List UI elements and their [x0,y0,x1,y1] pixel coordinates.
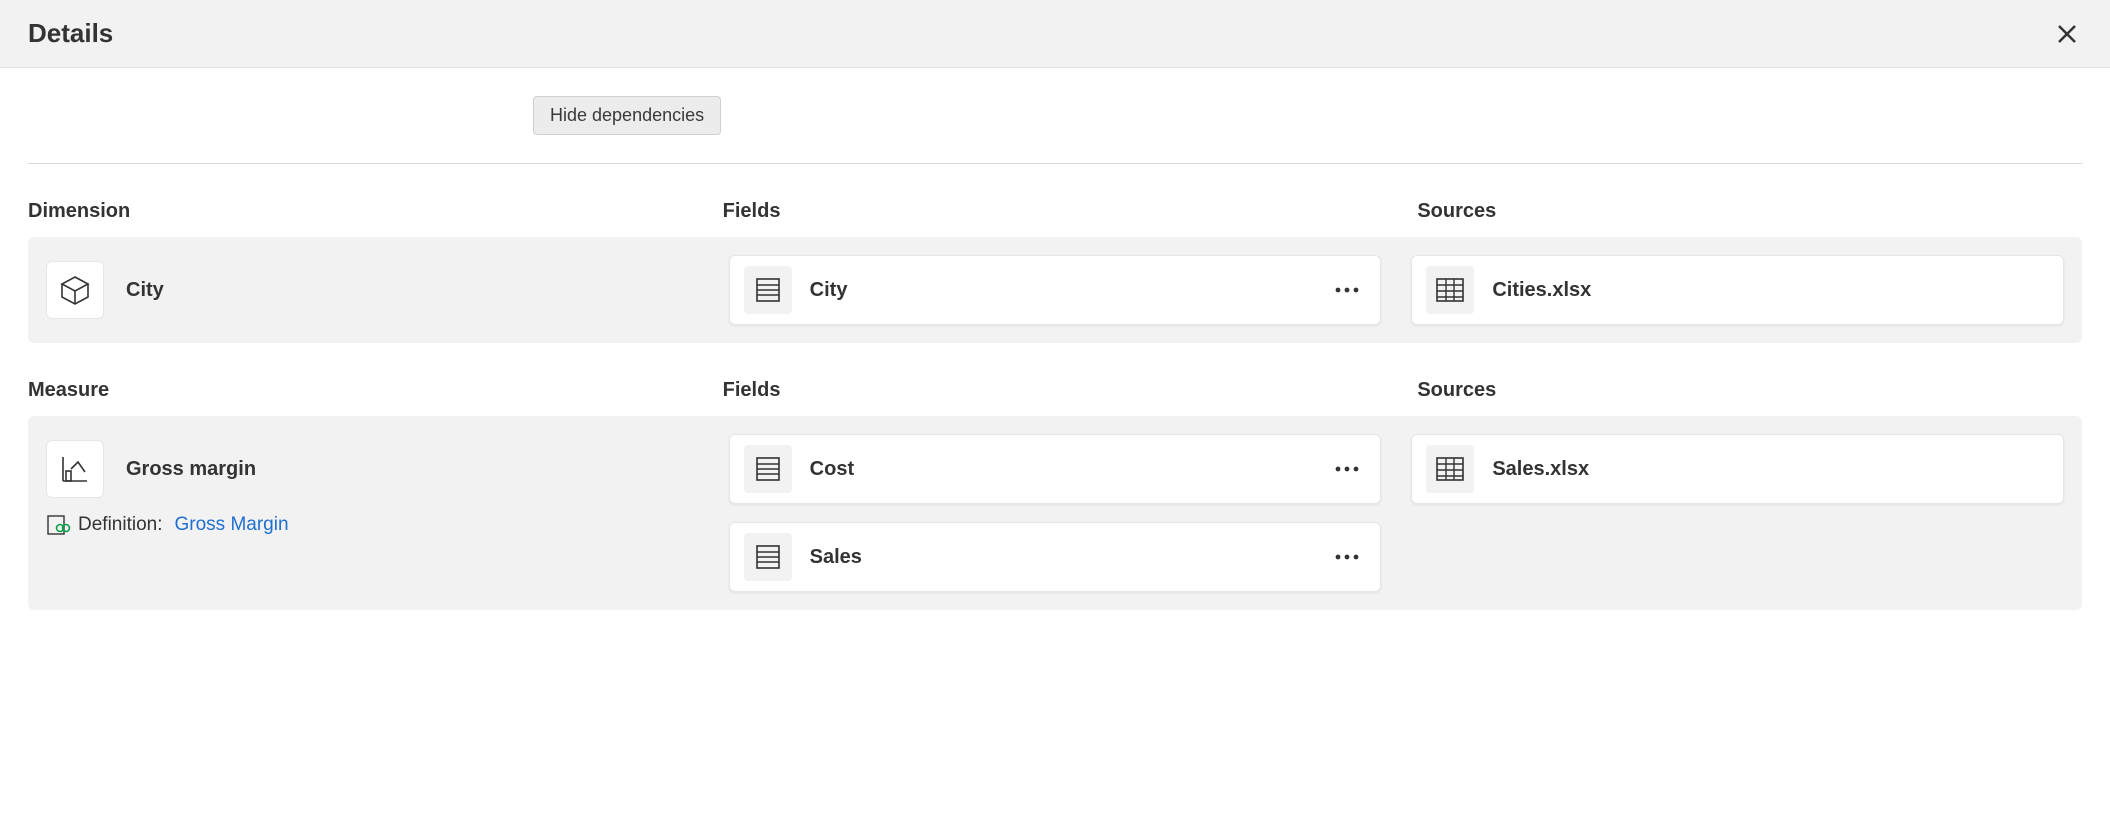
cube-icon [46,261,104,319]
field-card[interactable]: Sales [729,522,1382,592]
panel-title: Details [28,18,113,49]
col-header-sources: Sources [1417,379,2082,402]
toolbar: Hide dependencies [0,68,2110,153]
details-panel: Details Hide dependencies Dimension Fiel… [0,0,2110,650]
measure-row: Gross margin Definition: Gross Margin [28,416,2082,610]
sections-container: Dimension Fields Sources City [0,200,2110,650]
field-icon [744,533,792,581]
field-label: Sales [810,546,1311,569]
dimension-label: City [126,279,164,302]
measure-fields: Cost [729,434,1382,592]
more-icon [1334,553,1360,561]
field-more-button[interactable] [1328,280,1366,300]
panel-header: Details [0,0,2110,68]
field-label: City [810,279,1311,302]
field-more-button[interactable] [1328,547,1366,567]
section-headers-dimension: Dimension Fields Sources [28,200,2082,223]
field-label: Cost [810,458,1311,481]
dimension-fields: City [729,255,1382,325]
source-label: Sales.xlsx [1492,458,2049,481]
col-header-fields: Fields [723,379,1388,402]
field-card[interactable]: Cost [729,434,1382,504]
field-icon [744,266,792,314]
definition-link[interactable]: Gross Margin [175,514,289,536]
worksheet-icon [1426,266,1474,314]
measure-item-wrap: Gross margin Definition: Gross Margin [46,434,699,536]
more-icon [1334,465,1360,473]
measure-item: Gross margin [46,434,699,498]
source-card[interactable]: Sales.xlsx [1411,434,2064,504]
col-header-type: Dimension [28,200,693,223]
close-icon [2056,23,2078,45]
dimension-row: City City [28,237,2082,343]
measure-sources: Sales.xlsx [1411,434,2064,504]
dimension-item: City [46,255,699,319]
close-button[interactable] [2052,19,2082,49]
worksheet-icon [1426,445,1474,493]
field-more-button[interactable] [1328,459,1366,479]
more-icon [1334,286,1360,294]
col-header-sources: Sources [1417,200,2082,223]
measure-label: Gross margin [126,458,256,481]
field-icon [744,445,792,493]
source-label: Cities.xlsx [1492,279,2049,302]
chart-icon [46,440,104,498]
definition-icon [46,514,72,536]
divider [28,163,2082,164]
field-card[interactable]: City [729,255,1382,325]
hide-dependencies-button[interactable]: Hide dependencies [533,96,721,135]
dimension-sources: Cities.xlsx [1411,255,2064,325]
section-headers-measure: Measure Fields Sources [28,379,2082,402]
col-header-fields: Fields [723,200,1388,223]
col-header-type: Measure [28,379,693,402]
definition-label: Definition: [78,514,163,536]
definition-row: Definition: Gross Margin [46,514,699,536]
source-card[interactable]: Cities.xlsx [1411,255,2064,325]
